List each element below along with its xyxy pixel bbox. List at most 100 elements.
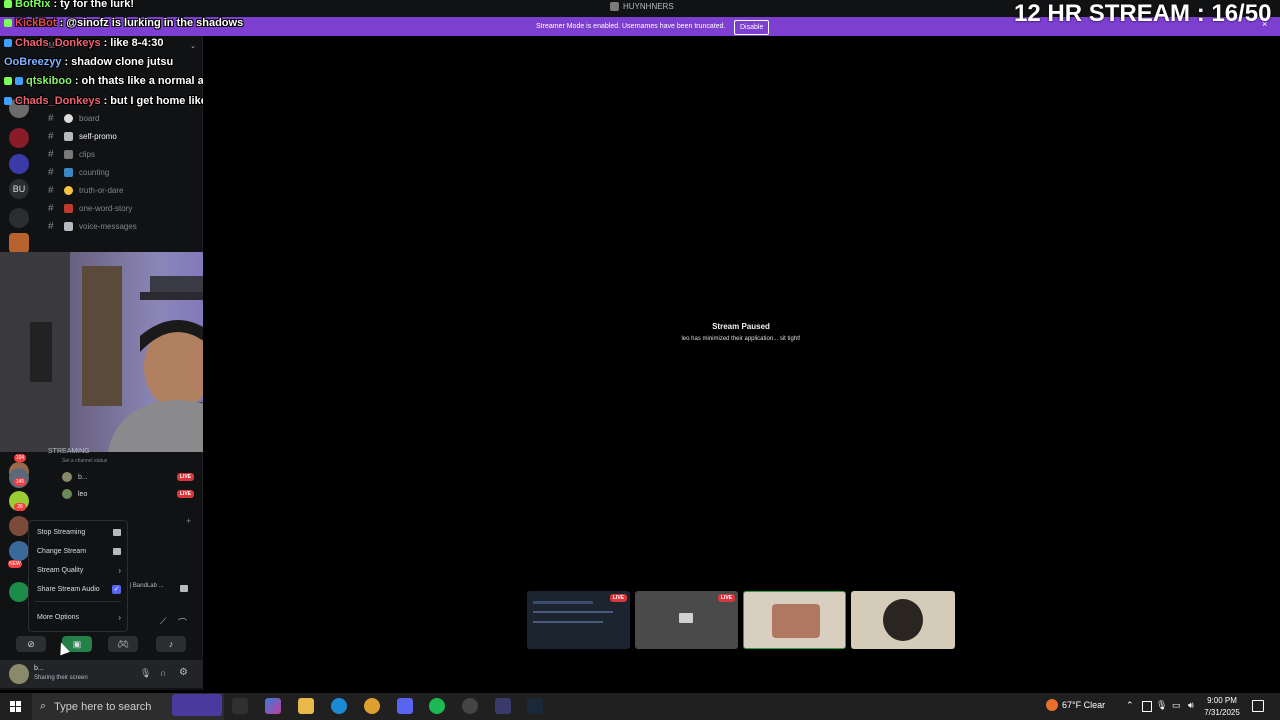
- hash-icon: #: [48, 112, 54, 124]
- chevron-right-icon: ›: [118, 612, 121, 622]
- user-avatar: [883, 599, 923, 641]
- clock-time: 9:00 PM: [1207, 696, 1237, 705]
- weather-widget[interactable]: 67°F Clear: [1046, 699, 1105, 711]
- search-placeholder: Type here to search: [54, 700, 152, 713]
- weather-text: 67°F Clear: [1062, 700, 1106, 710]
- volume-icon[interactable]: 🔊︎: [1188, 700, 1194, 711]
- network-icon[interactable]: ▭: [1172, 700, 1181, 711]
- chrome-icon[interactable]: [364, 698, 380, 714]
- tray-icon[interactable]: [1142, 701, 1152, 712]
- window-title: HUYNHNERS: [610, 2, 674, 11]
- voice-user-name: leo: [78, 490, 88, 498]
- app-icon[interactable]: [495, 698, 511, 714]
- notification-badge: 145: [14, 478, 26, 486]
- menu-label: Share Stream Audio: [37, 585, 100, 593]
- channel-board[interactable]: # board: [48, 111, 99, 125]
- server-avatar[interactable]: [9, 128, 29, 148]
- stream-tile[interactable]: LIVE: [635, 591, 738, 649]
- channel-one-word-story[interactable]: # one-word-story: [48, 201, 132, 215]
- add-server-icon[interactable]: [9, 582, 29, 602]
- voice-user[interactable]: leo LIVE: [62, 488, 194, 500]
- menu-label: More Options: [37, 613, 80, 621]
- screen-icon[interactable]: [180, 585, 188, 592]
- copilot-icon[interactable]: [265, 698, 281, 714]
- book-icon: [64, 203, 73, 213]
- channel-voice-messages[interactable]: # voice-messages: [48, 219, 137, 233]
- numbers-icon: [64, 167, 73, 177]
- film-icon: [64, 149, 73, 159]
- share-stream-audio-item[interactable]: Share Stream Audio ✓: [37, 582, 121, 596]
- channel-status-input[interactable]: Set a channel status: [62, 458, 107, 464]
- chat-user: KickBot: [15, 17, 57, 29]
- headphones-icon[interactable]: ∩: [160, 668, 166, 678]
- disconnect-icon[interactable]: ⌒: [178, 616, 187, 629]
- chat-user: Chads_Donkeys: [15, 37, 101, 49]
- voice-channel-name[interactable]: STREAMING: [48, 448, 90, 455]
- task-view-icon[interactable]: [232, 698, 248, 714]
- gear-icon[interactable]: ⚙: [179, 667, 188, 678]
- avatar[interactable]: [9, 664, 29, 684]
- folder-icon[interactable]: [9, 208, 29, 228]
- stream-tile-selected[interactable]: [743, 591, 846, 649]
- channel-label: truth-or-dare: [79, 185, 124, 195]
- server-avatar[interactable]: [9, 233, 29, 253]
- change-stream-item[interactable]: Change Stream: [37, 544, 121, 558]
- stream-tile[interactable]: [851, 591, 955, 649]
- hash-icon: #: [48, 130, 54, 142]
- badge-icon: [4, 0, 12, 8]
- windows-start-icon[interactable]: [10, 701, 21, 712]
- discord-icon[interactable]: [397, 698, 413, 714]
- edge-icon[interactable]: [331, 698, 347, 714]
- file-explorer-icon[interactable]: [298, 698, 314, 714]
- chat-message: shadow clone jutsu: [71, 56, 174, 68]
- voice-user[interactable]: b... LIVE: [62, 471, 194, 483]
- microphone-icon[interactable]: 🎙︎: [1156, 700, 1167, 711]
- streamer-mode-text: Streamer Mode is enabled. Usernames have…: [536, 23, 726, 30]
- stream-tile[interactable]: LIVE: [527, 591, 630, 649]
- search-highlight-image[interactable]: [172, 694, 222, 716]
- badge-icon: [15, 77, 23, 85]
- soundboard-button[interactable]: ♪: [156, 636, 186, 652]
- search-icon: ⌕: [40, 700, 47, 712]
- activities-button[interactable]: 🎮︎: [108, 636, 138, 652]
- tile-preview: [533, 621, 603, 623]
- notification-icon[interactable]: [1252, 700, 1264, 712]
- spotify-icon[interactable]: [429, 698, 445, 714]
- camera-off-button[interactable]: ⊘: [16, 636, 46, 652]
- server-avatar[interactable]: [9, 154, 29, 174]
- channel-counting[interactable]: # counting: [48, 165, 109, 179]
- hash-icon: #: [48, 184, 54, 196]
- microphone-icon[interactable]: 🎙︎: [140, 668, 151, 679]
- voice-user-name: b...: [78, 473, 88, 481]
- channel-label: voice-messages: [79, 221, 137, 231]
- hash-icon: #: [48, 202, 54, 214]
- channel-clips[interactable]: # clips: [48, 147, 95, 161]
- link-icon: [64, 131, 73, 141]
- more-options-item[interactable]: More Options ›: [37, 610, 121, 624]
- checkbox-checked-icon[interactable]: ✓: [112, 584, 121, 594]
- user-status: Sharing their screen: [34, 675, 88, 681]
- taskbar-clock[interactable]: 9:00 PM 7/31/2025: [1200, 695, 1244, 719]
- channel-label: clips: [79, 149, 96, 159]
- stop-streaming-item[interactable]: Stop Streaming: [37, 525, 121, 539]
- channel-truth-or-dare[interactable]: # truth-or-dare: [48, 183, 123, 197]
- server-bu[interactable]: BU: [9, 179, 29, 199]
- obs-icon[interactable]: [462, 698, 478, 714]
- skull-icon: [64, 113, 73, 123]
- server-avatar[interactable]: [9, 541, 29, 561]
- server-avatar[interactable]: [9, 516, 29, 536]
- stream-view[interactable]: [203, 36, 1280, 690]
- stream-quality-item[interactable]: Stream Quality ›: [37, 563, 121, 577]
- steam-icon[interactable]: [527, 698, 543, 714]
- user-panel: b... Sharing their screen 🎙︎ ∩ ⚙: [0, 660, 202, 688]
- notification-badge: 104: [14, 454, 26, 462]
- screen-off-icon: [113, 528, 121, 536]
- clock-date: 7/31/2025: [1204, 708, 1240, 717]
- noise-suppression-icon[interactable]: ⟋: [160, 616, 166, 627]
- add-icon[interactable]: +: [186, 516, 191, 526]
- disable-streamer-mode-button[interactable]: Disable: [734, 20, 770, 35]
- channel-self-promo[interactable]: # self-promo: [48, 129, 117, 143]
- channel-label: one-word-story: [79, 203, 133, 213]
- chat-line: BotRix: ty for the lurk!: [4, 0, 134, 10]
- chevron-up-icon[interactable]: ⌃: [1126, 700, 1134, 711]
